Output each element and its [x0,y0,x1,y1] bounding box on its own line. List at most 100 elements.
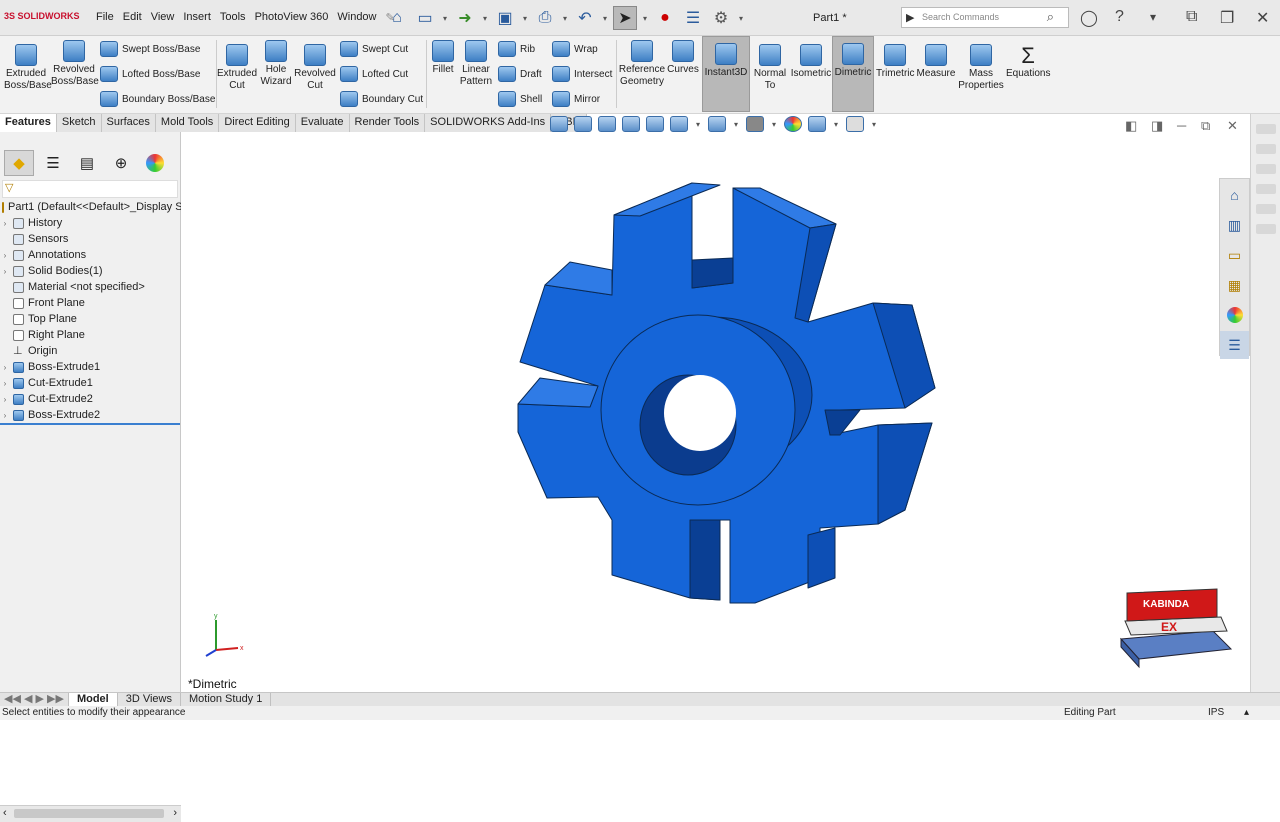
mirror-button[interactable]: Mirror [552,91,600,107]
search-commands-input[interactable]: ▶ Search Commands ⌕ [901,7,1069,28]
feature-manager-tab-icon[interactable]: ◆ [4,150,34,176]
file-explorer-icon[interactable]: ▭ [1220,241,1249,269]
fillet-button[interactable]: Fillet [430,40,456,76]
hide-show-items-icon[interactable] [746,116,764,132]
tab-sketch[interactable]: Sketch [57,114,102,132]
close-icon[interactable]: ✕ [1256,8,1269,28]
expand-arrow-icon[interactable]: › [0,379,10,388]
open-dropdown[interactable]: ▾ [481,14,489,23]
expand-arrow-icon[interactable]: › [0,395,10,404]
new-dropdown[interactable]: ▾ [441,14,449,23]
tree-item-cut-extrude1[interactable]: › Cut-Extrude1 [0,375,181,391]
intersect-button[interactable]: Intersect [552,66,612,82]
side-tool-icon[interactable] [1255,184,1276,194]
property-manager-tab-icon[interactable]: ☰ [38,150,68,176]
scroll-left-icon[interactable]: ‹ [3,807,7,819]
menu-file[interactable]: File [96,11,114,24]
expand-arrow-icon[interactable]: › [0,219,10,228]
wrap-button[interactable]: Wrap [552,41,598,57]
tree-item-solid-bodies[interactable]: › Solid Bodies(1) [0,263,181,279]
tree-item-boss-extrude2[interactable]: › Boss-Extrude2 [0,407,181,423]
apply-scene-icon[interactable] [808,116,826,132]
tree-item-annotations[interactable]: › Annotations [0,247,181,263]
menu-photoview[interactable]: PhotoView 360 [255,11,329,24]
display-style-icon[interactable] [708,116,726,132]
menu-insert[interactable]: Insert [183,11,211,24]
graphics-area[interactable] [181,132,1250,692]
print-dropdown[interactable]: ▾ [561,14,569,23]
gear-slot-face[interactable] [691,257,734,289]
tab-features[interactable]: Features [0,114,57,132]
filter-icon[interactable]: ▽ [2,180,178,198]
file-properties-icon[interactable]: ☰ [681,6,705,30]
display-style-dropdown[interactable]: ▾ [732,120,740,129]
save-dropdown[interactable]: ▾ [521,14,529,23]
open-icon[interactable]: ➜ [453,6,477,30]
custom-properties-icon[interactable]: ☰ [1220,331,1249,359]
tree-item-history[interactable]: › History [0,215,181,231]
view-orientation-icon[interactable] [670,116,688,132]
expand-arrow-icon[interactable]: › [0,251,10,260]
help-icon[interactable]: ? [1115,8,1124,26]
options-dropdown[interactable]: ▾ [737,14,745,23]
revolved-cut-button[interactable]: Revolved Cut [294,44,336,92]
undo-icon[interactable]: ↶ [573,6,597,30]
revolved-boss-button[interactable]: Revolved Boss/Base [51,40,99,88]
menu-tools[interactable]: Tools [220,11,246,24]
lofted-cut-button[interactable]: Lofted Cut [340,66,408,82]
tab-surfaces[interactable]: Surfaces [102,114,156,132]
tree-item-origin[interactable]: ⊥ Origin [0,343,181,359]
mass-properties-button[interactable]: Mass Properties [958,44,1004,92]
appearances-scenes-icon[interactable] [1220,301,1249,329]
options-gear-icon[interactable]: ⚙ [709,6,733,30]
reference-geometry-button[interactable]: Reference Geometry [618,40,666,88]
rollback-bar[interactable] [0,423,180,425]
view-settings-icon[interactable] [846,116,864,132]
scene-dropdown[interactable]: ▾ [832,120,840,129]
section-view-icon[interactable] [622,116,640,132]
isometric-button[interactable]: Isometric [790,44,832,80]
tab-direct-editing[interactable]: Direct Editing [219,114,296,132]
extruded-cut-button[interactable]: Extruded Cut [217,44,257,92]
display-manager-tab-icon[interactable] [146,154,164,172]
select-cursor-icon[interactable]: ➤ [613,6,637,30]
edit-appearance-icon[interactable] [784,116,802,132]
view-palette-icon[interactable]: ▦ [1220,271,1249,299]
tree-root-part[interactable]: Part1 (Default<<Default>_Display S [0,199,181,215]
gear-side-face[interactable] [807,527,836,589]
search-icon[interactable]: ⌕ [1047,9,1054,25]
minimize-icon[interactable]: ▾ [1150,10,1156,24]
trimetric-button[interactable]: Trimetric [876,44,915,80]
tree-item-sensors[interactable]: Sensors [0,231,181,247]
bore-through-opening[interactable] [664,375,736,451]
tab-motion-study[interactable]: Motion Study 1 [181,693,272,706]
solidworks-resources-home-icon[interactable]: ⌂ [1220,181,1249,209]
tab-model[interactable]: Model [68,693,118,706]
gear-slot-face[interactable] [689,519,721,601]
swept-boss-button[interactable]: Swept Boss/Base [100,41,200,57]
view-orientation-dropdown[interactable]: ▾ [694,120,702,129]
tree-item-right-plane[interactable]: Right Plane [0,327,181,343]
save-icon[interactable]: ▣ [493,6,517,30]
curves-button[interactable]: Curves [667,40,699,76]
unit-system[interactable]: IPS [1208,706,1224,720]
side-tool-icon[interactable] [1255,224,1276,234]
hide-show-dropdown[interactable]: ▾ [770,120,778,129]
expand-arrow-icon[interactable]: › [0,363,10,372]
dynamic-annotation-icon[interactable] [646,116,664,132]
previous-view-icon[interactable] [598,116,616,132]
restore-icon[interactable]: ⧉ [1186,8,1197,26]
gear-side-face[interactable] [877,422,933,525]
equations-button[interactable]: Σ Equations [1006,44,1050,80]
maximize-icon[interactable]: ❐ [1220,8,1234,28]
account-icon[interactable]: ◯ [1080,8,1098,28]
menu-window[interactable]: Window [337,11,376,24]
tab-addins[interactable]: SOLIDWORKS Add-Ins [425,114,552,132]
normal-to-button[interactable]: Normal To [752,44,788,92]
boundary-boss-button[interactable]: Boundary Boss/Base [100,91,215,107]
instant3d-button[interactable]: Instant3D [702,36,750,112]
boundary-cut-button[interactable]: Boundary Cut [340,91,423,107]
tab-3d-views[interactable]: 3D Views [118,693,181,706]
tab-mold-tools[interactable]: Mold Tools [156,114,220,132]
linear-pattern-button[interactable]: Linear Pattern [458,40,494,88]
